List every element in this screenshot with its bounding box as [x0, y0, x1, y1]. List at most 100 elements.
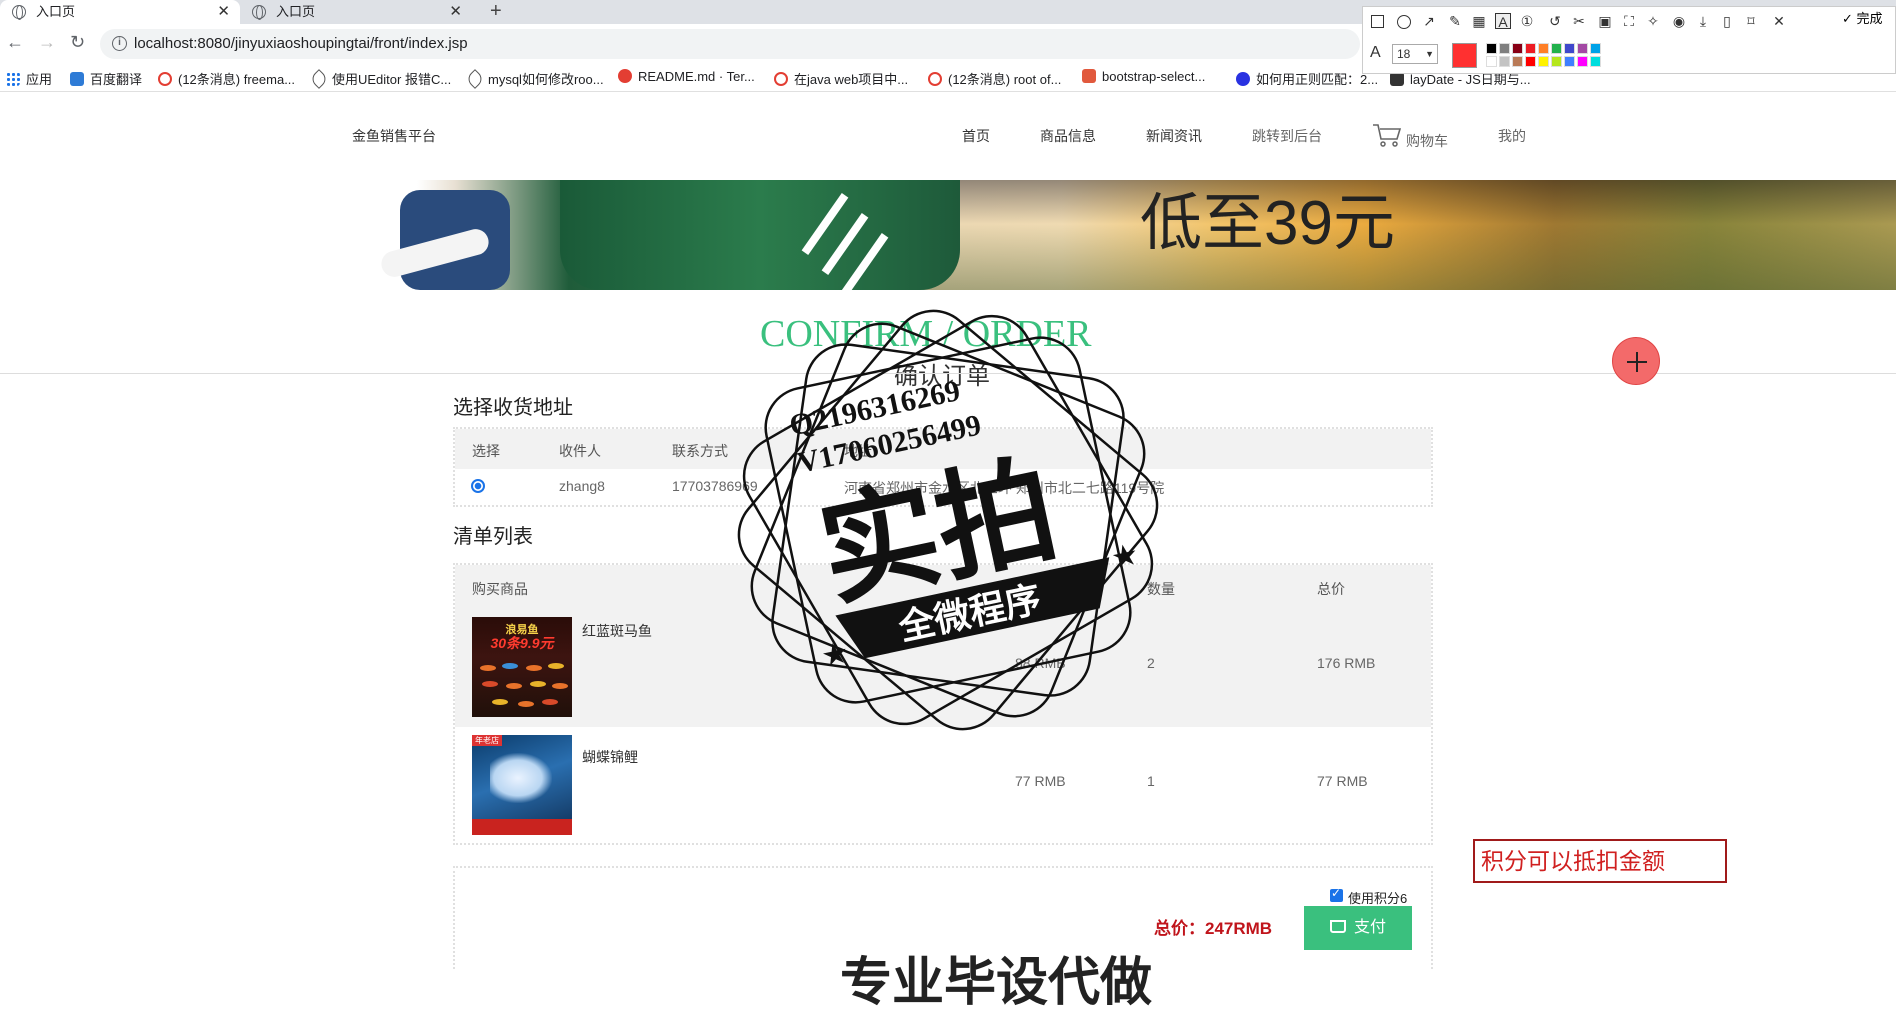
new-tab-button[interactable]: +: [490, 0, 502, 22]
fish-shape: [506, 683, 522, 689]
nav-cart[interactable]: 购物车: [1406, 131, 1448, 151]
color-swatch[interactable]: [1590, 43, 1601, 54]
annotation-text-box[interactable]: 积分可以抵扣金额: [1473, 839, 1727, 883]
font-size-select[interactable]: 18: [1392, 44, 1438, 64]
section-divider: [0, 373, 1896, 374]
watermark-bottom-text: 专业毕设代做: [840, 954, 1153, 1012]
color-swatch[interactable]: [1512, 56, 1523, 67]
download-icon[interactable]: ⤓: [1695, 13, 1711, 29]
thumbnail-tag: 年老店: [472, 735, 502, 746]
color-swatch[interactable]: [1564, 43, 1575, 54]
product-unit-price: 88 RMB: [1015, 655, 1066, 671]
product-unit-price: 77 RMB: [1015, 773, 1066, 789]
bookmark-readme[interactable]: README.md · Ter...: [618, 69, 755, 84]
color-swatch[interactable]: [1512, 43, 1523, 54]
nav-admin[interactable]: 跳转到后台: [1252, 126, 1322, 146]
bookmark-label: 应用: [26, 72, 53, 87]
bookmark-mysql[interactable]: mysql如何修改roo...: [465, 69, 604, 89]
mosaic-tool-icon[interactable]: ▦: [1471, 13, 1487, 29]
color-swatch[interactable]: [1525, 56, 1536, 67]
bookmark-freemarker[interactable]: (12条消息) freema...: [158, 69, 295, 88]
browser-tab-1[interactable]: 入口页 ✕: [0, 0, 240, 24]
browser-tab-1-label: 入口页: [36, 4, 76, 19]
phone-icon[interactable]: ▯: [1719, 13, 1735, 29]
address-radio[interactable]: [471, 479, 485, 493]
items-table-header: 购买商品 单价 数量 总价: [455, 565, 1431, 609]
color-swatch[interactable]: [1538, 43, 1549, 54]
color-swatch[interactable]: [1499, 43, 1510, 54]
rectangle-tool-icon[interactable]: [1371, 15, 1384, 28]
bookmark-baidu-translate[interactable]: 百度翻译: [70, 69, 142, 88]
nav-products[interactable]: 商品信息: [1040, 126, 1096, 146]
color-swatch[interactable]: [1486, 56, 1497, 67]
close-tab-1-icon[interactable]: ✕: [217, 0, 230, 24]
banner-sky: [900, 180, 1896, 290]
table-row[interactable]: 浪易鱼 30条9.9元 红蓝斑马鱼 88 RMB 2 176 RMB: [455, 609, 1431, 727]
number-tool-icon[interactable]: ①: [1519, 13, 1535, 29]
ocr-icon[interactable]: ✧: [1645, 13, 1661, 29]
bookmark-java-web[interactable]: 在java web项目中...: [774, 69, 908, 88]
nav-mine[interactable]: 我的: [1498, 126, 1526, 146]
bookmark-label: (12条消息) freema...: [178, 72, 296, 87]
color-swatch[interactable]: [1486, 43, 1497, 54]
bookmark-bootstrap-select[interactable]: bootstrap-select...: [1082, 69, 1205, 84]
pin-icon[interactable]: ▣: [1597, 13, 1613, 29]
color-swatch[interactable]: [1590, 56, 1601, 67]
done-button[interactable]: ✓ 完成: [1842, 8, 1883, 27]
color-swatch[interactable]: [1551, 43, 1562, 54]
color-swatch[interactable]: [1577, 43, 1588, 54]
fish-shape: [502, 663, 518, 669]
color-swatch[interactable]: [1538, 56, 1549, 67]
nav-home[interactable]: 首页: [962, 126, 990, 146]
close-tab-2-icon[interactable]: ✕: [449, 0, 462, 24]
csdn-icon: [774, 72, 788, 86]
jianshu-icon: [1082, 69, 1096, 83]
bookmark-ueditor[interactable]: 使用UEditor 报错C...: [309, 69, 451, 89]
fish-shape: [482, 681, 498, 687]
product-thumbnail[interactable]: 浪易鱼 30条9.9元: [472, 617, 572, 717]
fish-shape: [542, 699, 558, 705]
record-icon[interactable]: ◉: [1671, 13, 1687, 29]
color-swatch[interactable]: [1525, 43, 1536, 54]
bookmark-icon[interactable]: ⌑: [1743, 13, 1759, 29]
text-tool-icon[interactable]: A: [1495, 13, 1511, 30]
use-points-label[interactable]: 使用积分6: [1348, 888, 1407, 907]
product-name[interactable]: 蝴蝶锦鲤: [582, 747, 638, 767]
current-color-swatch[interactable]: [1452, 43, 1477, 68]
use-points-checkbox[interactable]: [1330, 886, 1343, 902]
nav-news[interactable]: 新闻资讯: [1146, 126, 1202, 146]
pay-button[interactable]: 支付: [1304, 906, 1412, 950]
translate-icon[interactable]: ⛶: [1621, 13, 1637, 29]
gitee-icon: [618, 69, 632, 83]
cart-icon[interactable]: [1372, 122, 1402, 148]
color-swatch[interactable]: [1551, 56, 1562, 67]
bookmark-root-of[interactable]: (12条消息) root of...: [928, 69, 1061, 88]
site-logo[interactable]: 金鱼销售平台: [352, 126, 436, 146]
baidu-paw-icon: [1236, 72, 1250, 86]
back-arrow-icon[interactable]: ←: [6, 32, 24, 53]
apps-grid-icon: [6, 72, 20, 86]
site-info-icon[interactable]: i: [112, 36, 127, 51]
csdn-icon: [158, 72, 172, 86]
undo-icon[interactable]: ↺: [1547, 13, 1563, 29]
product-name[interactable]: 红蓝斑马鱼: [582, 621, 652, 641]
product-thumbnail[interactable]: 年老店: [472, 735, 572, 835]
fish-shape: [530, 681, 546, 687]
scissors-icon[interactable]: ✂: [1571, 13, 1587, 29]
bookmark-apps[interactable]: 应用: [6, 69, 52, 88]
cart-icon: [1329, 920, 1346, 933]
color-swatch[interactable]: [1499, 56, 1510, 67]
cancel-icon[interactable]: ✕: [1771, 13, 1787, 29]
color-swatch[interactable]: [1564, 56, 1575, 67]
ellipse-tool-icon[interactable]: [1397, 15, 1411, 29]
table-row[interactable]: 年老店 蝴蝶锦鲤 77 RMB 1 77 RMB: [455, 727, 1431, 843]
bookmark-regex[interactable]: 如何用正则匹配：2...: [1236, 69, 1378, 88]
address-bar[interactable]: i localhost:8080/jinyuxiaoshoupingtai/fr…: [100, 29, 1360, 59]
browser-tab-2[interactable]: 入口页 ✕: [240, 0, 472, 24]
arrow-tool-icon[interactable]: ↗: [1421, 13, 1437, 29]
forward-arrow-icon[interactable]: →: [38, 32, 56, 53]
color-swatch[interactable]: [1577, 56, 1588, 67]
promo-banner[interactable]: [0, 180, 1896, 290]
pen-tool-icon[interactable]: ✎: [1447, 13, 1463, 29]
reload-icon[interactable]: ↻: [70, 32, 85, 53]
